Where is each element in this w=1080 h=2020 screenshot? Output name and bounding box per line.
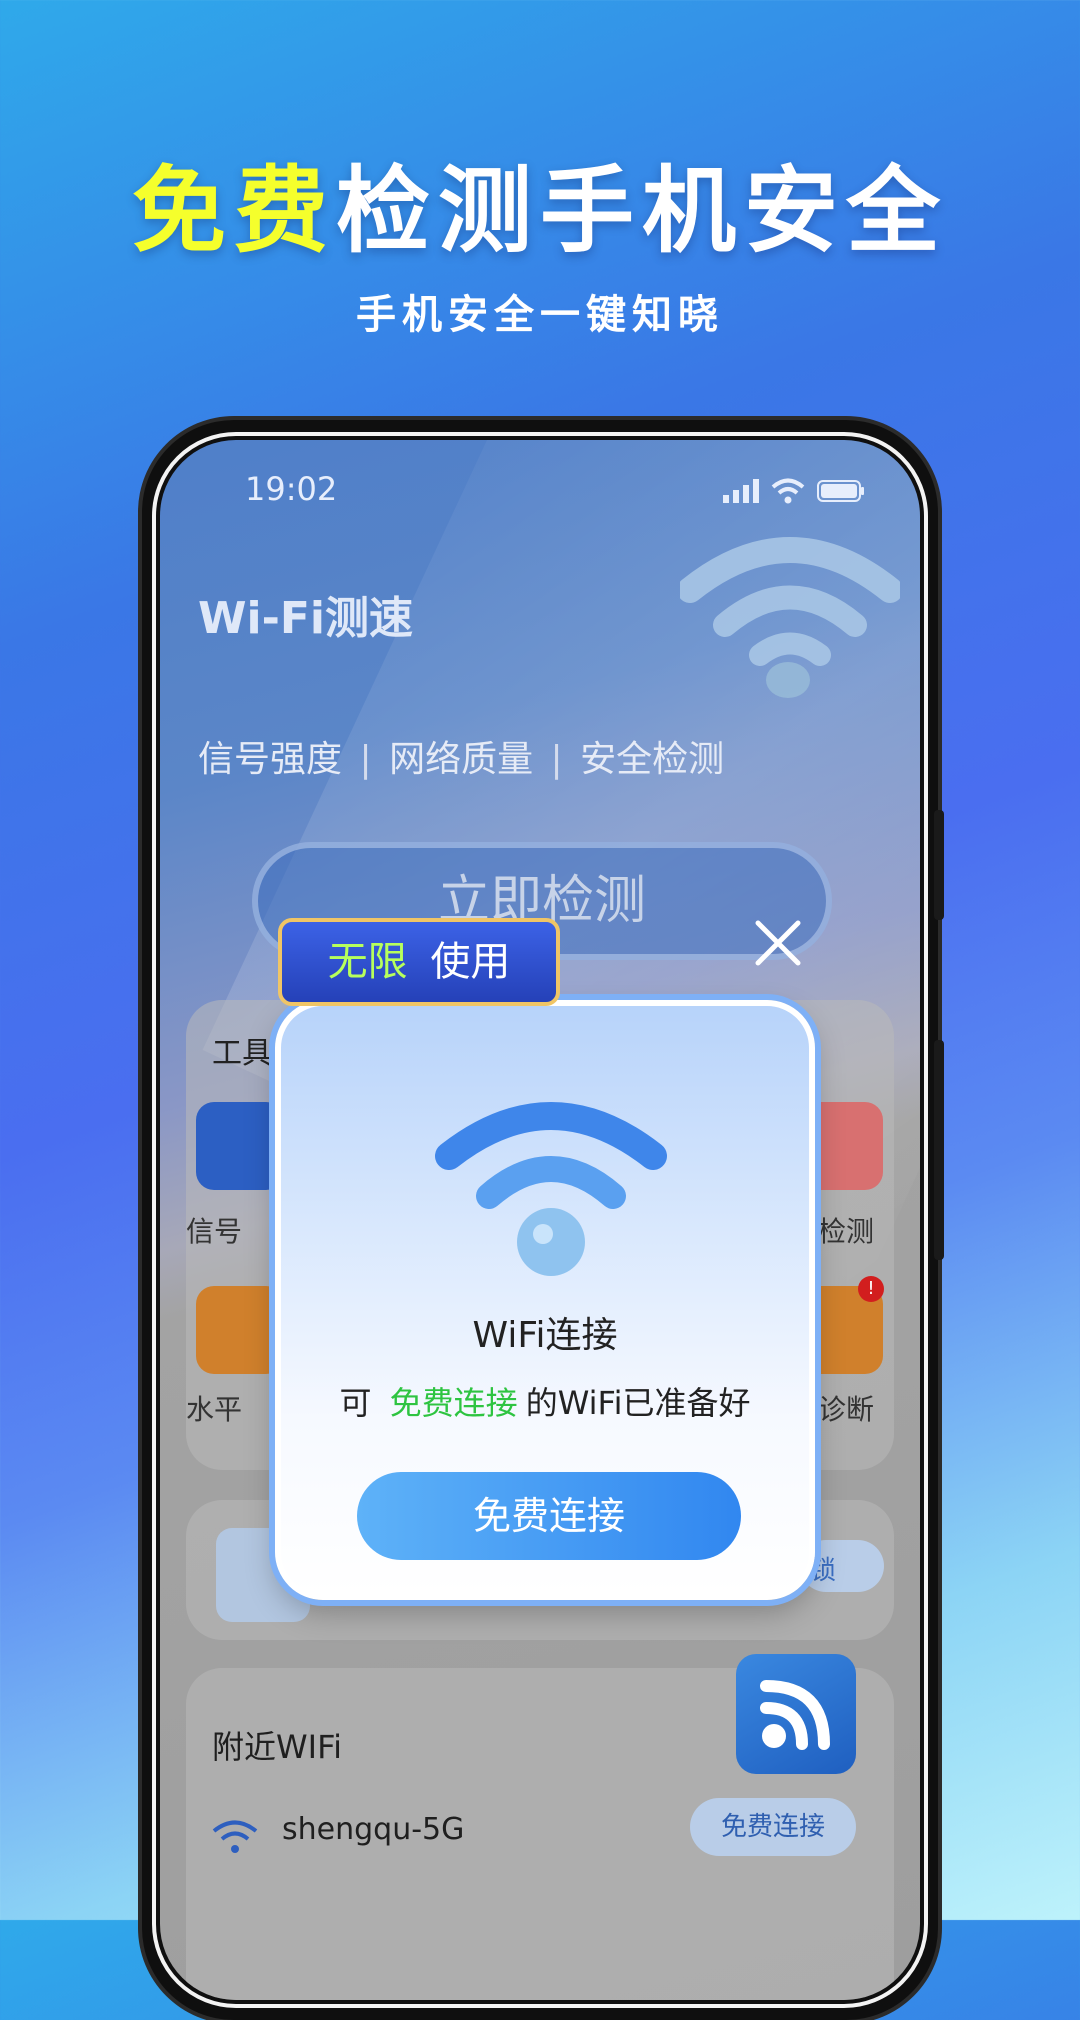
tool-label-diagnose: 诊断 bbox=[818, 1393, 875, 1426]
volume-button bbox=[934, 810, 944, 920]
headline-highlight: 免费 bbox=[131, 157, 336, 266]
headline: 免费检测手机安全 bbox=[0, 135, 1080, 271]
unlimited-use-badge: 无限 使用 bbox=[278, 918, 560, 1006]
badge-rest: 使用 bbox=[430, 939, 511, 985]
wifi-connect-dialog: WiFi连接 可 免费连接 的WiFi已准备好 免费连接 bbox=[275, 1000, 815, 1600]
feature-divider: | bbox=[550, 739, 563, 780]
badge-highlight: 无限 bbox=[327, 939, 408, 985]
tool-label-detect: 检测 bbox=[818, 1215, 875, 1248]
feature-signal: 信号强度 bbox=[198, 739, 343, 780]
power-button bbox=[934, 1040, 944, 1260]
wifi-name: shengqu-5G bbox=[282, 1812, 465, 1847]
feature-divider: | bbox=[359, 739, 372, 780]
tools-label: 工具 bbox=[212, 1036, 272, 1071]
free-connect-button[interactable]: 免费连接 bbox=[357, 1472, 741, 1560]
status-time: 19:02 bbox=[245, 470, 338, 508]
tool-label-level: 水平 bbox=[186, 1393, 243, 1426]
wifi-3d-icon bbox=[680, 537, 900, 698]
wifi-status-icon bbox=[771, 478, 805, 504]
nearby-label: 附近WIFi bbox=[212, 1728, 343, 1766]
wifi-list-icon bbox=[212, 1820, 258, 1853]
dialog-desc-prefix: 可 bbox=[339, 1384, 372, 1422]
status-icons bbox=[723, 478, 865, 504]
signal-icon bbox=[723, 479, 759, 503]
subheadline: 手机安全一键知晓 bbox=[356, 292, 724, 338]
dialog-description: 可 免费连接 的WiFi已准备好 bbox=[281, 1378, 809, 1424]
feature-quality: 网络质量 bbox=[389, 739, 534, 780]
signal-tool-icon[interactable] bbox=[196, 1102, 284, 1190]
headline-rest: 检测手机安全 bbox=[336, 157, 949, 266]
app-title: Wi-Fi测速 bbox=[198, 593, 414, 644]
close-icon[interactable] bbox=[750, 915, 806, 971]
level-tool-icon[interactable] bbox=[196, 1286, 284, 1374]
wifi-dialog-icon bbox=[435, 1102, 667, 1276]
dialog-desc-highlight: 免费连接 bbox=[389, 1384, 518, 1422]
wifi-connect-button[interactable]: 免费连接 bbox=[690, 1798, 856, 1856]
dialog-desc-suffix: 的WiFi已准备好 bbox=[525, 1384, 751, 1422]
tool-label-signal: 信号 bbox=[186, 1215, 243, 1248]
dialog-title: WiFi连接 bbox=[472, 1315, 618, 1356]
battery-icon bbox=[817, 480, 864, 502]
feature-security: 安全检测 bbox=[580, 739, 725, 780]
alert-badge-icon: ! bbox=[858, 1276, 884, 1302]
feature-list: 信号强度 | 网络质量 | 安全检测 bbox=[198, 730, 724, 782]
wifi-tile-icon bbox=[736, 1654, 856, 1774]
